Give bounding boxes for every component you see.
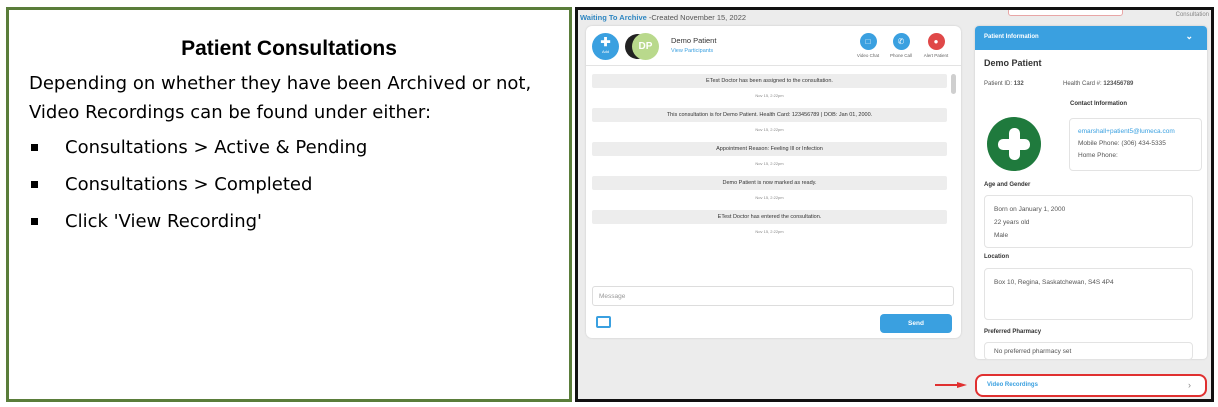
video-chat-button[interactable]: □ Video Chat <box>851 33 885 58</box>
location-box: Box 10, Regina, Saskatchewan, S4S 4P4 <box>984 268 1193 320</box>
instruction-body: Depending on whether they have been Arch… <box>29 73 532 123</box>
chevron-right-icon: › <box>1188 380 1191 390</box>
location-title: Location <box>984 254 1009 260</box>
home-phone: Home Phone: <box>1078 152 1118 159</box>
patient-id: Patient ID: 132 <box>984 81 1024 87</box>
patient-info-panel: Patient Information ⌄ Demo Patient Patie… <box>975 26 1207 360</box>
message-time: Nov 15, 2:22pm <box>755 161 784 166</box>
message-time: Nov 15, 2:22pm <box>755 195 784 200</box>
app-screenshot: Waiting To Archive -Created November 15,… <box>575 7 1214 402</box>
chat-scrollbar[interactable] <box>951 74 956 94</box>
chevron-down-icon: ⌄ <box>1185 31 1193 41</box>
message-time: Nov 15, 2:22pm <box>755 127 784 132</box>
status-title: Waiting To Archive <box>580 13 647 22</box>
contact-box: emarshall+patient5@lumeca.com Mobile Pho… <box>1069 118 1202 171</box>
view-participants-link[interactable]: View Participants <box>671 48 713 54</box>
pharmacy-title: Preferred Pharmacy <box>984 329 1042 335</box>
contact-title: Contact Information <box>1070 101 1127 107</box>
age-gender-box: Born on January 1, 2000 22 years old Mal… <box>984 195 1193 248</box>
plus-icon: ✚ <box>600 34 611 49</box>
attach-image-icon[interactable] <box>596 316 611 328</box>
message-time: Nov 15, 2:22pm <box>755 93 784 98</box>
bullet-icon <box>31 218 38 225</box>
message-time: Nov 15, 2:22pm <box>755 229 784 234</box>
health-card: Health Card #: 123456789 <box>1063 81 1134 87</box>
mobile-phone: Mobile Phone: (306) 434-5335 <box>1078 140 1166 147</box>
system-message: ETest Doctor has entered the consultatio… <box>592 210 947 224</box>
slide: Patient Consultations Depending on wheth… <box>0 0 1218 407</box>
video-recordings-item[interactable]: Video Recordings › <box>975 374 1207 397</box>
status-created: -Created November 15, 2022 <box>646 13 747 22</box>
top-field[interactable] <box>1008 10 1123 16</box>
instruction-item: Consultations > Active & Pending <box>31 137 569 158</box>
instruction-item: Click 'View Recording' <box>31 211 569 232</box>
top-right-label[interactable]: Consultation <box>1176 12 1209 18</box>
system-message: ETest Doctor has been assigned to the co… <box>592 74 947 88</box>
system-message: Appointment Reason: Feeling Ill or Infec… <box>592 142 947 156</box>
bell-icon: ● <box>927 33 945 50</box>
message-list: ETest Doctor has been assigned to the co… <box>592 74 947 244</box>
instruction-panel: Patient Consultations Depending on wheth… <box>6 7 572 402</box>
message-input[interactable]: Message <box>592 286 954 306</box>
avatar: DP <box>632 33 659 60</box>
phone-call-button[interactable]: ✆ Phone Call <box>884 33 918 58</box>
patient-name: Demo Patient <box>671 36 717 45</box>
system-message: Demo Patient is now marked as ready. <box>592 176 947 190</box>
patient-info-name: Demo Patient <box>984 58 1042 68</box>
chat-header: ✚ Add DP Demo Patient View Participants … <box>586 26 961 66</box>
video-camera-icon: □ <box>859 33 877 50</box>
system-message: This consultation is for Demo Patient. H… <box>592 108 947 122</box>
patient-info-header[interactable]: Patient Information ⌄ <box>975 26 1207 50</box>
age-gender-title: Age and Gender <box>984 182 1031 188</box>
instruction-item: Consultations > Completed <box>31 174 569 195</box>
email-link[interactable]: emarshall+patient5@lumeca.com <box>1078 126 1201 138</box>
status-bar: Waiting To Archive -Created November 15,… <box>578 10 1211 26</box>
highlight-arrow-icon <box>935 382 967 388</box>
instruction-list: Consultations > Active & Pending Consult… <box>31 137 569 232</box>
clinic-logo-icon <box>987 117 1041 171</box>
chat-panel: ✚ Add DP Demo Patient View Participants … <box>586 26 961 338</box>
instruction-title: Patient Consultations <box>181 37 397 60</box>
phone-icon: ✆ <box>892 33 910 50</box>
send-button[interactable]: Send <box>880 314 952 333</box>
pharmacy-box: No preferred pharmacy set <box>984 342 1193 360</box>
bullet-icon <box>31 144 38 151</box>
alert-patient-button[interactable]: ● Alert Patient <box>919 33 953 58</box>
add-participant-button[interactable]: ✚ Add <box>592 33 619 60</box>
bullet-icon <box>31 181 38 188</box>
